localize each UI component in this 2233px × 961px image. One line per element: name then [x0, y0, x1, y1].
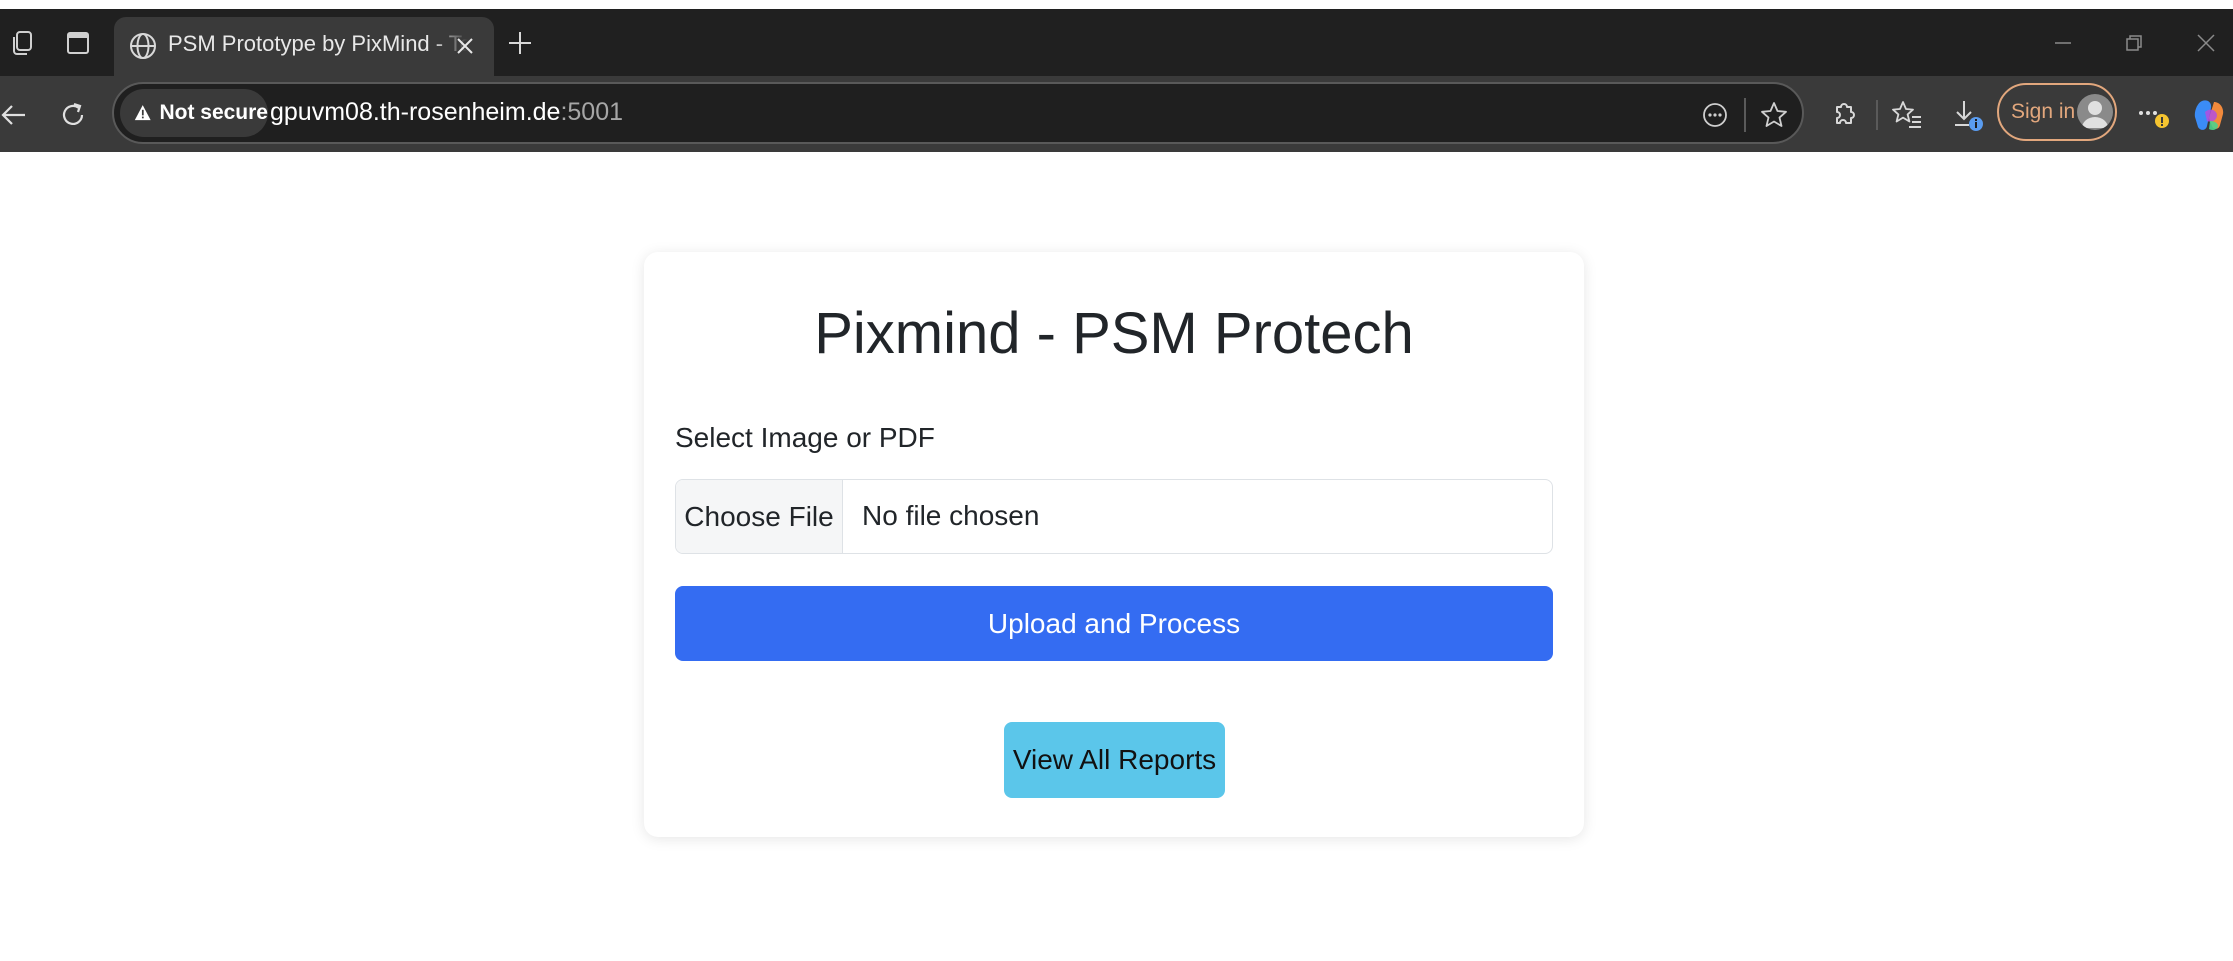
- url-host: gpuvm08.th-rosenheim.de: [270, 98, 561, 126]
- tab-actions-icon[interactable]: [60, 25, 96, 61]
- toolbar-divider: [1876, 100, 1878, 130]
- download-icon[interactable]: [1948, 96, 1986, 134]
- reader-mode-icon[interactable]: [1698, 98, 1732, 132]
- file-field-label: Select Image or PDF: [675, 422, 935, 453]
- plus-icon[interactable]: [502, 25, 538, 61]
- address-bar[interactable]: Not secure gpuvm08.th-rosenheim.de:5001: [112, 82, 1804, 144]
- globe-icon: [126, 29, 160, 63]
- file-input[interactable]: Choose File No file chosen: [675, 479, 1553, 554]
- url-text[interactable]: gpuvm08.th-rosenheim.de:5001: [270, 98, 623, 127]
- tab-title: PSM Prototype by PixMind - Team: [168, 31, 468, 56]
- page-title: Pixmind - PSM Protech: [814, 301, 1414, 366]
- extensions-icon[interactable]: [1825, 96, 1863, 134]
- window-top-edge: [0, 0, 2233, 9]
- minimize-icon[interactable]: [2043, 25, 2083, 61]
- security-indicator[interactable]: Not secure: [120, 89, 268, 137]
- file-status-text: No file chosen: [862, 500, 1040, 531]
- back-arrow-icon[interactable]: [0, 95, 34, 135]
- more-icon[interactable]: [2135, 96, 2173, 134]
- sign-in-label: Sign in: [2011, 100, 2076, 123]
- upload-and-process-button[interactable]: Upload and Process: [675, 586, 1553, 661]
- warning-triangle-icon: [134, 105, 151, 121]
- view-all-reports-button[interactable]: View All Reports: [1004, 722, 1225, 798]
- url-port: :5001: [560, 98, 624, 126]
- refresh-icon[interactable]: [53, 95, 93, 135]
- sign-in-button[interactable]: Sign in: [1997, 83, 2117, 141]
- omnibox-divider: [1744, 98, 1746, 132]
- tab-active[interactable]: PSM Prototype by PixMind - Team: [114, 17, 494, 76]
- workspaces-icon[interactable]: [4, 25, 40, 61]
- upload-card: Pixmind - PSM Protech Select Image or PD…: [644, 252, 1584, 837]
- avatar: [2077, 94, 2113, 130]
- favorites-icon[interactable]: [1888, 96, 1926, 134]
- restore-icon[interactable]: [2114, 25, 2154, 61]
- browser-toolbar: Not secure gpuvm08.th-rosenheim.de:5001 …: [0, 76, 2233, 152]
- tab-bar: PSM Prototype by PixMind - Team: [0, 9, 2233, 76]
- security-label: Not secure: [159, 101, 268, 124]
- window-close-icon[interactable]: [2186, 25, 2226, 61]
- close-icon[interactable]: [450, 31, 480, 61]
- choose-file-button[interactable]: Choose File: [676, 480, 843, 553]
- star-icon[interactable]: [1757, 98, 1791, 132]
- copilot-icon[interactable]: [2190, 96, 2228, 134]
